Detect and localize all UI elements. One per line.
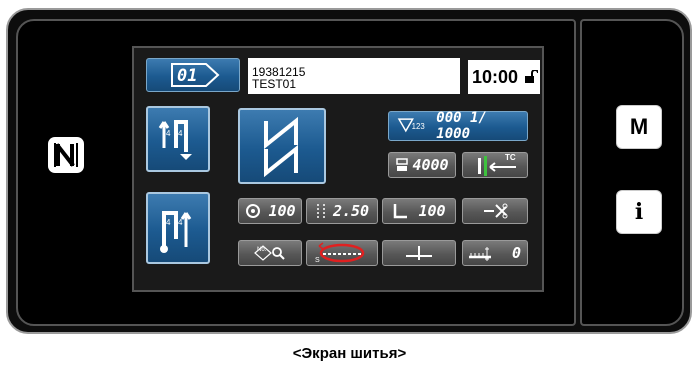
end-backtack-icon: 4 4 (160, 211, 192, 253)
needle-position-icon (406, 246, 432, 260)
condensation-stitch-button[interactable]: 0 (462, 240, 528, 266)
stitch-shape-button[interactable]: S (306, 240, 378, 266)
unlock-icon[interactable] (524, 70, 538, 84)
thread-clamp-button[interactable]: TC (462, 152, 528, 178)
presser-foot-value: 100 (268, 202, 296, 220)
pattern-name: TEST01 (252, 77, 297, 91)
stitch-length-value: 2.50 (332, 202, 370, 220)
pattern-number-button[interactable]: 01 (146, 58, 240, 92)
reverse-stitch-start-button[interactable]: 4 4 (146, 106, 210, 172)
pattern-number: 01 (177, 66, 198, 86)
foot-height-button[interactable]: 100 (382, 198, 456, 224)
svg-text:S: S (315, 257, 320, 264)
info-key[interactable]: i (616, 190, 662, 234)
zigzag-stitch-icon (264, 116, 298, 177)
counter-icon: 123 (397, 118, 425, 133)
thread-trim-button[interactable] (462, 198, 528, 224)
bobbin-counter-value: 4000 (412, 156, 449, 174)
svg-text:4: 4 (178, 129, 183, 138)
thread-trim-icon (484, 203, 508, 219)
lcd-screen: 01 19381215 TEST01 10:00 4 4 4 4 123 000… (132, 46, 544, 292)
svg-text:4: 4 (178, 218, 183, 227)
stitch-length-button[interactable]: 2.50 (306, 198, 378, 224)
bobbin-counter-button[interactable]: 4000 (388, 152, 456, 178)
presser-foot-icon (246, 204, 261, 218)
presser-foot-pressure-button[interactable]: 100 (238, 198, 302, 224)
tc-label: TC (505, 153, 516, 162)
stitch-length-icon (317, 204, 325, 218)
nfc-icon (48, 137, 84, 173)
svg-text:123: 123 (412, 122, 425, 131)
counter-button[interactable]: 123 000 1/ 1000 (388, 110, 528, 142)
multi-layer-stitch-button[interactable] (238, 108, 326, 184)
pattern-search-label: No. (257, 247, 267, 253)
svg-text:4: 4 (166, 129, 171, 138)
svg-text:4: 4 (166, 218, 171, 227)
clock: 10:00 (472, 67, 519, 87)
start-backtack-icon: 4 4 (158, 120, 192, 160)
operation-panel: 01 19381215 TEST01 10:00 4 4 4 4 123 000… (6, 8, 692, 334)
stitch-shape-icon: S (315, 242, 365, 264)
reverse-stitch-end-button[interactable]: 4 4 (146, 192, 210, 264)
side-key-bezel (580, 19, 684, 326)
bobbin-counter-icon (396, 158, 409, 171)
counter-value: 000 1/ 1000 (436, 110, 487, 142)
condensation-value: 0 (511, 244, 521, 262)
caption: <Экран шитья> (292, 345, 407, 362)
condensation-stitch-icon (469, 247, 491, 261)
foot-height-value: 100 (418, 202, 446, 220)
needle-position-button[interactable] (382, 240, 456, 266)
pattern-search-button[interactable]: No. (238, 240, 302, 266)
menu-key[interactable]: M (616, 105, 662, 149)
foot-height-icon (394, 204, 408, 219)
